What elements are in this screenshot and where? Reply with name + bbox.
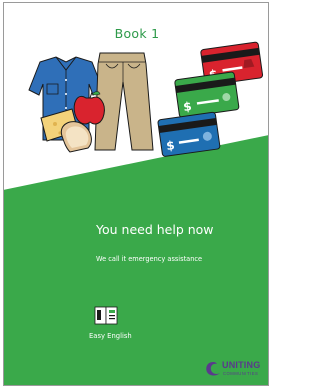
green-card-icon: $ [174,71,240,118]
blue-card-icon: $ [157,111,221,157]
cover-title: You need help now [96,222,214,237]
logo-name-line-2: COMMUNITIES [223,371,259,376]
easy-english-label: Easy English [89,332,132,340]
uniting-communities-logo: UNITING COMMUNITIES [204,357,266,381]
cover-page: $ $ $ Book 1 Yo [0,0,274,390]
open-book-icon [94,306,118,325]
trousers-icon [94,52,154,151]
uniting-communities-logo-icon [206,362,222,376]
book-number-label: Book 1 [114,26,160,41]
illustration: $ $ $ [28,41,264,157]
cover-subtitle: We call it emergency assistance [96,255,203,263]
logo-name-line-1: UNITING [222,360,261,370]
